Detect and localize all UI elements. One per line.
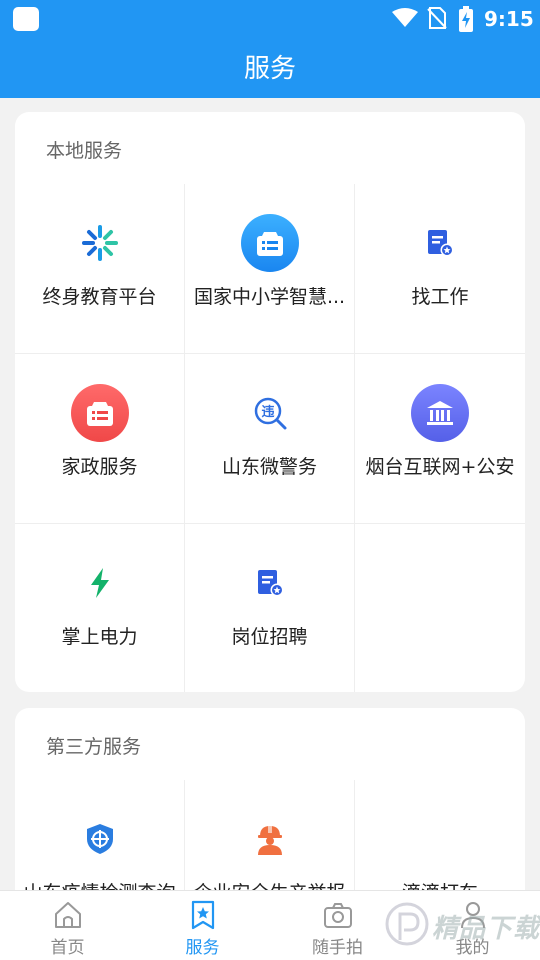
recruitment-document-icon (241, 554, 299, 612)
service-grid: 山东疫情检测查询 企业安全生产举报 滴滴打车 (15, 780, 525, 908)
section-title: 本地服务 (46, 140, 123, 162)
violation-search-icon: 违 (241, 384, 299, 442)
service-label: 烟台互联网+公安 (365, 456, 515, 478)
service-label: 山东微警务 (221, 456, 317, 478)
service-safety-report[interactable]: 企业安全生产举报 (185, 780, 355, 908)
no-sim-icon (427, 7, 447, 29)
service-find-job[interactable]: 找工作 (355, 184, 525, 354)
tab-home[interactable]: 首页 (0, 891, 135, 960)
service-label: 掌上电力 (61, 626, 138, 648)
notification-icon (13, 7, 39, 31)
tab-label: 服务 (185, 938, 220, 958)
wifi-icon (392, 8, 418, 27)
watermark: 精品下载 (380, 892, 540, 960)
svg-text:违: 违 (261, 404, 274, 420)
local-services-card: 本地服务 终身教育平台 国家中小学智慧... 找工作 家政服务 违 山东微警务 … (15, 112, 525, 692)
home-icon (54, 902, 81, 928)
shield-target-icon (71, 810, 129, 868)
service-grid: 终身教育平台 国家中小学智慧... 找工作 家政服务 违 山东微警务 烟台互联网… (15, 184, 525, 692)
section-title: 第三方服务 (46, 736, 142, 758)
service-label: 家政服务 (61, 456, 138, 478)
service-yantai-police[interactable]: 烟台互联网+公安 (355, 354, 525, 524)
third-party-services-card: 第三方服务 山东疫情检测查询 (15, 708, 525, 908)
bookmark-star-icon (191, 900, 214, 930)
service-palm-power[interactable]: 掌上电力 (15, 524, 185, 692)
page-title: 服务 (0, 38, 540, 98)
service-label: 岗位招聘 (231, 626, 308, 648)
service-label: 找工作 (411, 286, 469, 308)
service-didi-taxi[interactable]: 滴滴打车 (355, 780, 525, 908)
empty-cell (355, 524, 525, 692)
status-bar: 9:15 (0, 0, 540, 38)
smart-education-icon (240, 214, 299, 272)
tab-label: 首页 (50, 938, 85, 958)
camera-icon (323, 903, 352, 928)
service-housekeeping[interactable]: 家政服务 (15, 354, 185, 524)
police-building-icon (411, 384, 469, 442)
service-shandong-police[interactable]: 违 山东微警务 (185, 354, 355, 524)
battery-charging-icon (459, 6, 473, 32)
service-label: 终身教育平台 (42, 286, 157, 308)
service-label: 国家中小学智慧... (193, 286, 346, 308)
service-smart-education[interactable]: 国家中小学智慧... (185, 184, 355, 354)
service-epidemic-test-query[interactable]: 山东疫情检测查询 (15, 780, 185, 908)
watermark-text: 精品下载 (432, 914, 540, 944)
lightning-icon (71, 554, 129, 612)
clock: 9:15 (484, 7, 534, 31)
tab-services[interactable]: 服务 (135, 891, 270, 960)
job-document-icon (411, 214, 469, 272)
service-lifelong-education[interactable]: 终身教育平台 (15, 184, 185, 354)
housekeeping-icon (70, 384, 129, 442)
service-recruitment[interactable]: 岗位招聘 (185, 524, 355, 692)
worker-helmet-icon (241, 810, 299, 868)
watermark-logo-icon (385, 902, 429, 946)
lifelong-education-icon (71, 214, 129, 272)
